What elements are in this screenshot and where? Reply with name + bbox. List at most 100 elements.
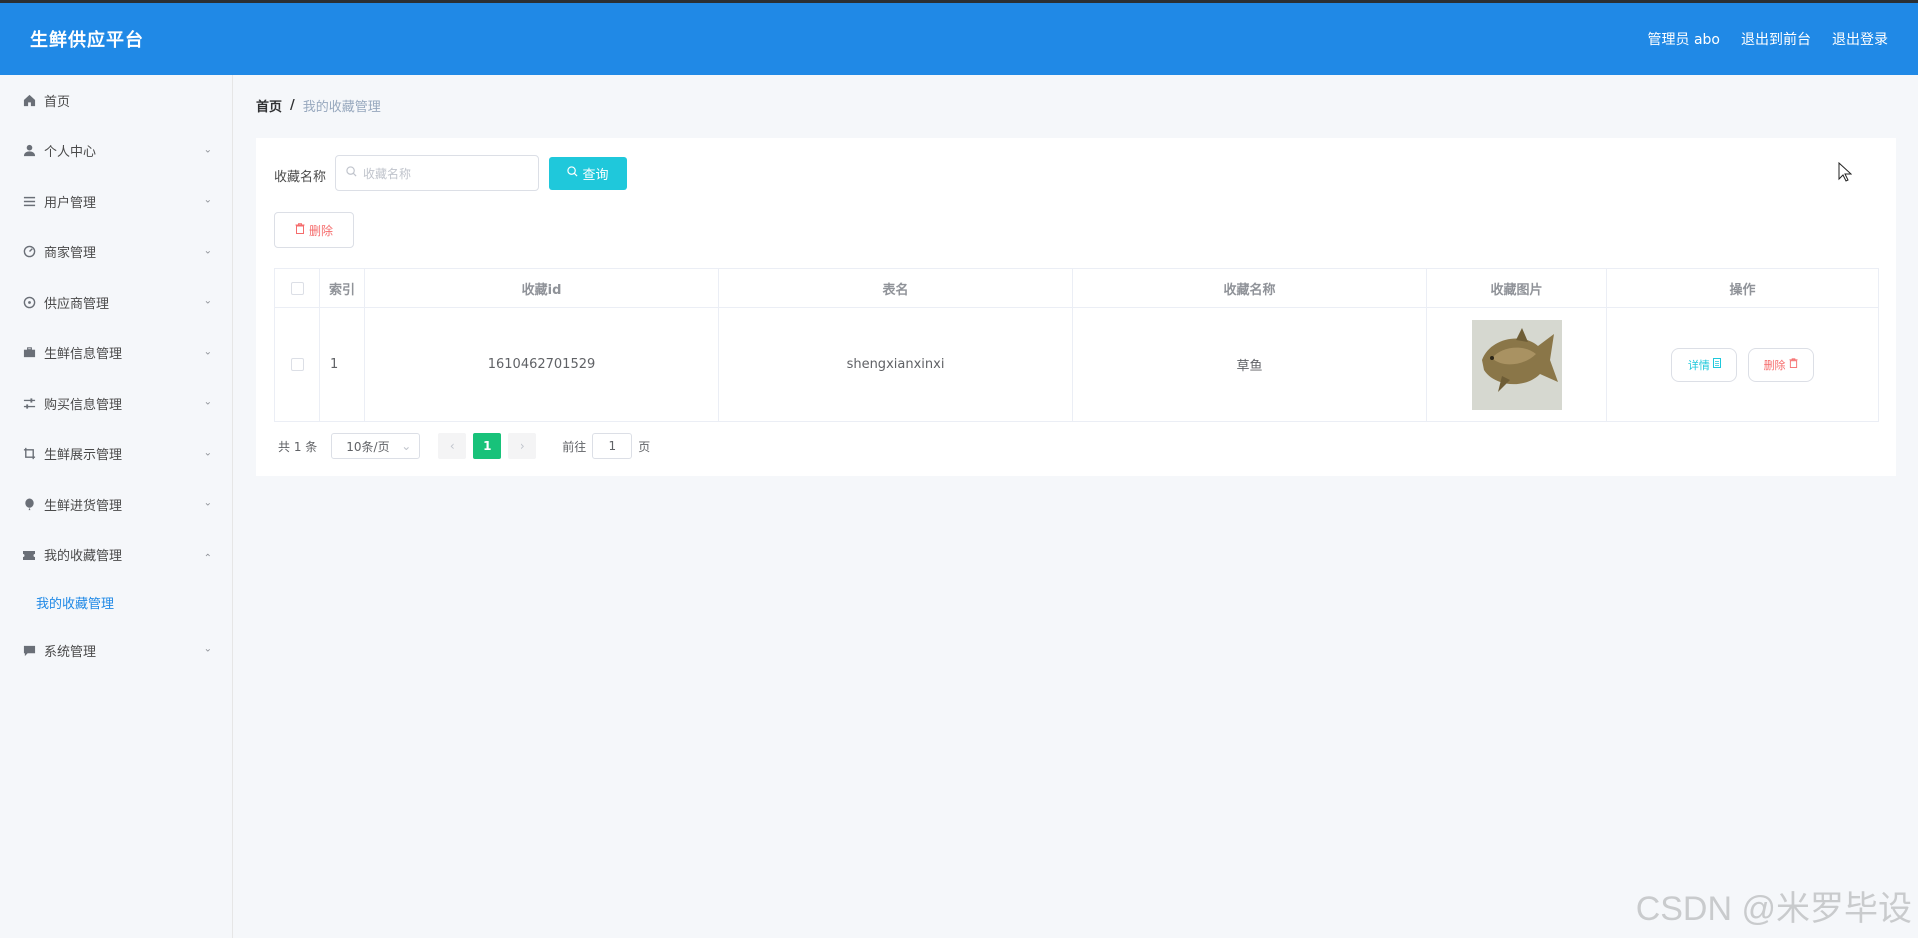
sidebar-item-system[interactable]: 系统管理 ⌄ [0, 625, 232, 676]
chevron-down-icon: ⌄ [203, 245, 212, 257]
detail-button-label: 详情 [1687, 358, 1710, 372]
document-icon [1712, 358, 1721, 371]
sidebar-item-label: 生鲜进货管理 [44, 498, 123, 514]
favorite-name: 草鱼 [1072, 307, 1427, 422]
list-icon [22, 194, 36, 208]
sidebar-item-users[interactable]: 用户管理 ⌄ [0, 176, 232, 227]
page-size-select[interactable]: 10条/页 ⌄ [331, 433, 421, 459]
home-icon [22, 93, 36, 107]
trash-icon [1789, 358, 1798, 371]
table-name: shengxianxinxi [718, 307, 1073, 422]
sidebar-item-label: 首页 [44, 94, 71, 110]
user-icon [22, 144, 36, 158]
content-panel: 收藏名称 收藏名称 查询 删除 索引 收藏id 表名 收藏名称 收藏图片 操作 … [256, 138, 1896, 476]
breadcrumb-home[interactable]: 首页 [256, 96, 282, 115]
select-all-checkbox[interactable] [290, 281, 304, 295]
pagination-total: 共 1 条 [278, 439, 318, 454]
sidebar-item-label: 供应商管理 [44, 296, 110, 312]
sidebar-item-my-favorites[interactable]: 我的收藏管理 ⌃ [0, 530, 232, 581]
search-icon [567, 166, 578, 181]
sidebar-item-label: 生鲜信息管理 [44, 347, 123, 363]
sidebar-item-merchants[interactable]: 商家管理 ⌄ [0, 227, 232, 278]
brand-title: 生鲜供应平台 [30, 30, 144, 51]
column-header: 收藏id [364, 268, 719, 308]
column-header: 索引 [319, 268, 365, 308]
crop-icon [22, 447, 36, 461]
sidebar-item-label: 用户管理 [44, 195, 97, 211]
chevron-left-icon: ‹ [449, 439, 455, 453]
page-size-value: 10条/页 [346, 439, 390, 454]
balloon-icon [22, 497, 36, 511]
row-checkbox[interactable] [290, 358, 304, 371]
chevron-down-icon: ⌄ [203, 643, 212, 655]
chevron-down-icon: ⌄ [203, 346, 212, 358]
sidebar-item-purchase-info[interactable]: 购买信息管理 ⌄ [0, 378, 232, 429]
briefcase-icon [22, 346, 36, 360]
sidebar-item-fresh-stock[interactable]: 生鲜进货管理 ⌄ [0, 479, 232, 530]
next-page-button[interactable]: › [508, 433, 537, 459]
trash-icon [295, 223, 305, 237]
query-button-label: 查询 [582, 168, 609, 183]
admin-name[interactable]: 管理员 abo [1648, 29, 1720, 49]
bulk-delete-button[interactable]: 删除 [274, 212, 354, 248]
sidebar: 首页 个人中心 ⌄ 用户管理 ⌄ 商家管理 ⌄ 供应商管理 ⌄ 生鲜信息管理 ⌄… [0, 75, 233, 938]
row-index: 1 [319, 307, 365, 422]
breadcrumb-separator: / [290, 98, 295, 113]
search-input[interactable]: 收藏名称 [335, 155, 539, 191]
sidebar-item-fresh-display[interactable]: 生鲜展示管理 ⌄ [0, 429, 232, 480]
breadcrumb: 首页 / 我的收藏管理 [256, 96, 381, 115]
sliders-icon [22, 396, 36, 410]
sidebar-item-label: 我的收藏管理 [44, 549, 123, 565]
column-header: 表名 [718, 268, 1073, 308]
search-label: 收藏名称 [274, 170, 327, 185]
query-button[interactable]: 查询 [549, 157, 627, 190]
goto-page-input[interactable]: 1 [592, 433, 633, 459]
chevron-down-icon: ⌄ [203, 194, 212, 206]
favorite-image-cell [1426, 307, 1607, 422]
row-select-cell [274, 307, 320, 422]
column-header: 收藏名称 [1072, 268, 1427, 308]
sidebar-item-label: 系统管理 [44, 644, 97, 660]
sidebar-item-personal-center[interactable]: 个人中心 ⌄ [0, 126, 232, 177]
sidebar-item-label: 生鲜展示管理 [44, 448, 123, 464]
watermark: CSDN @米罗毕设 [1635, 890, 1912, 928]
sidebar-item-label: 个人中心 [44, 145, 97, 161]
compass-icon [22, 295, 36, 309]
top-bar: 生鲜供应平台 管理员 abo 退出到前台 退出登录 [0, 0, 1918, 75]
sidebar-item-suppliers[interactable]: 供应商管理 ⌄ [0, 277, 232, 328]
ticket-icon [22, 548, 36, 562]
chevron-down-icon: ⌄ [203, 295, 212, 307]
chevron-down-icon: ⌄ [401, 439, 412, 453]
search-placeholder: 收藏名称 [363, 166, 412, 181]
favorite-id: 1610462701529 [364, 307, 719, 422]
row-delete-label: 删除 [1763, 358, 1786, 372]
table-header-row: 索引 收藏id 表名 收藏名称 收藏图片 操作 [274, 268, 1879, 308]
chevron-down-icon: ⌄ [203, 497, 212, 509]
prev-page-button[interactable]: ‹ [438, 433, 467, 459]
favorites-table: 索引 收藏id 表名 收藏名称 收藏图片 操作 1 1610462701529 … [274, 268, 1879, 422]
chat-icon [22, 643, 36, 657]
page-unit-label: 页 [638, 439, 651, 454]
pagination: 共 1 条 10条/页 ⌄ ‹ 1 › 前往 1 页 [278, 433, 650, 459]
detail-button[interactable]: 详情 [1671, 347, 1738, 382]
select-all-cell [274, 268, 320, 308]
column-header: 收藏图片 [1426, 268, 1607, 308]
sidebar-item-label: 商家管理 [44, 246, 97, 262]
fish-image [1471, 319, 1562, 410]
chevron-down-icon: ⌄ [203, 447, 212, 459]
chevron-up-icon: ⌃ [203, 552, 212, 564]
table-row: 1 1610462701529 shengxianxinxi 草鱼 详情 删除 [274, 307, 1879, 422]
row-delete-button[interactable]: 删除 [1747, 347, 1814, 382]
mouse-cursor-icon [1838, 161, 1853, 186]
exit-to-front-link[interactable]: 退出到前台 [1741, 29, 1811, 49]
bulk-delete-label: 删除 [308, 223, 333, 238]
page-number[interactable]: 1 [473, 433, 502, 459]
logout-link[interactable]: 退出登录 [1832, 29, 1888, 49]
column-header: 操作 [1606, 268, 1879, 308]
sidebar-subitem-my-favorites[interactable]: 我的收藏管理 [0, 580, 232, 625]
sidebar-item-label: 购买信息管理 [44, 397, 123, 413]
search-icon [346, 166, 357, 180]
sidebar-item-home[interactable]: 首页 [0, 75, 232, 126]
chevron-right-icon: › [519, 439, 525, 453]
sidebar-item-fresh-info[interactable]: 生鲜信息管理 ⌄ [0, 328, 232, 379]
